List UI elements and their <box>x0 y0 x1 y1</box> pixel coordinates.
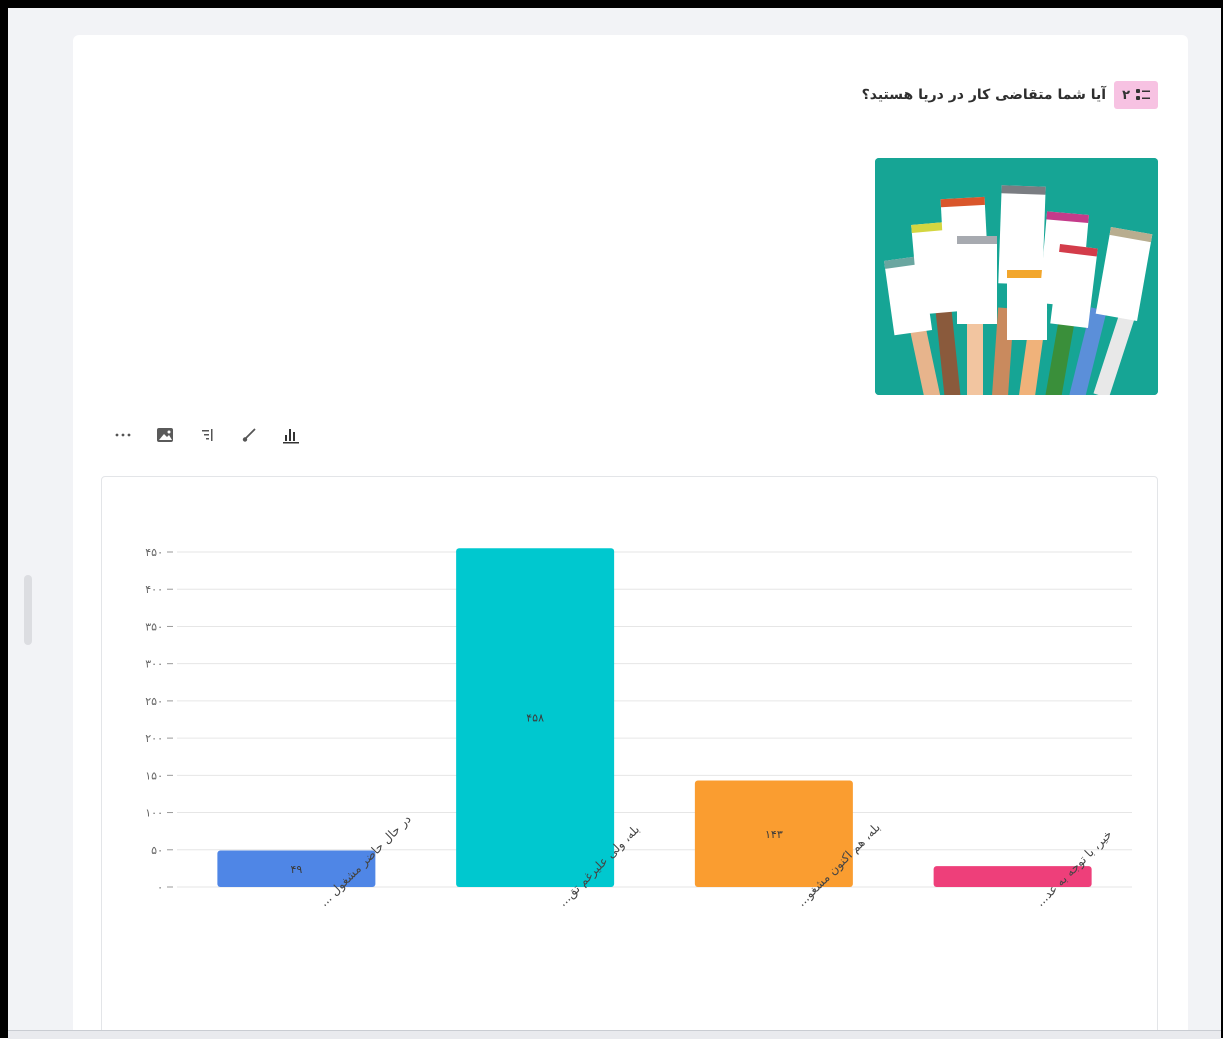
y-tick-label: ۳۰۰ <box>145 658 163 671</box>
y-tick-label: ۰ <box>157 881 163 894</box>
question-type-icon <box>1136 89 1150 100</box>
chart-container: ۰ ۵۰ ۱۰۰ ۱۵۰ ۲۰۰ ۲۵۰ ۳۰۰ ۳۵۰ ۴۰۰ ۴۵۰ ۴۹ در حال حاضر… <box>101 476 1158 1038</box>
y-tick-label: ۴۰۰ <box>145 583 163 596</box>
sort-icon[interactable] <box>195 423 219 447</box>
question-header: آیا شما متقاضی کار در دریا هستید؟ ۲ <box>862 81 1158 109</box>
question-image <box>875 158 1158 395</box>
data-label: ۱۴۳ <box>765 828 783 841</box>
y-tick-label: ۲۰۰ <box>145 732 163 745</box>
y-tick-label: ۴۵۰ <box>145 546 163 559</box>
data-label: ۴۹ <box>290 863 302 876</box>
chart-toolbar <box>111 423 303 447</box>
bar-chart-icon[interactable] <box>279 423 303 447</box>
question-title: آیا شما متقاضی کار در دریا هستید؟ <box>861 87 1107 103</box>
question-badge: ۲ <box>1114 81 1158 109</box>
question-card: آیا شما متقاضی کار در دریا هستید؟ ۲ ۰ ۵۰… <box>73 35 1188 1038</box>
y-tick-label: ۱۰۰ <box>145 807 163 820</box>
y-tick-label: ۲۵۰ <box>145 695 163 708</box>
more-icon[interactable] <box>111 423 135 447</box>
y-tick-label: ۵۰ <box>151 844 163 857</box>
scrollbar-thumb[interactable] <box>24 575 32 645</box>
y-tick-label: ۱۵۰ <box>145 769 163 782</box>
question-number: ۲ <box>1122 87 1130 103</box>
data-label: ۴۵۸ <box>526 712 544 725</box>
y-tick-label: ۳۵۰ <box>145 620 163 633</box>
image-icon[interactable] <box>153 423 177 447</box>
bar-chart: ۰۵۰۱۰۰۱۵۰۲۰۰۲۵۰۳۰۰۳۵۰۴۰۰۴۵۰۴۹ در حال حاضر… <box>145 546 1132 910</box>
brush-icon[interactable] <box>237 423 261 447</box>
